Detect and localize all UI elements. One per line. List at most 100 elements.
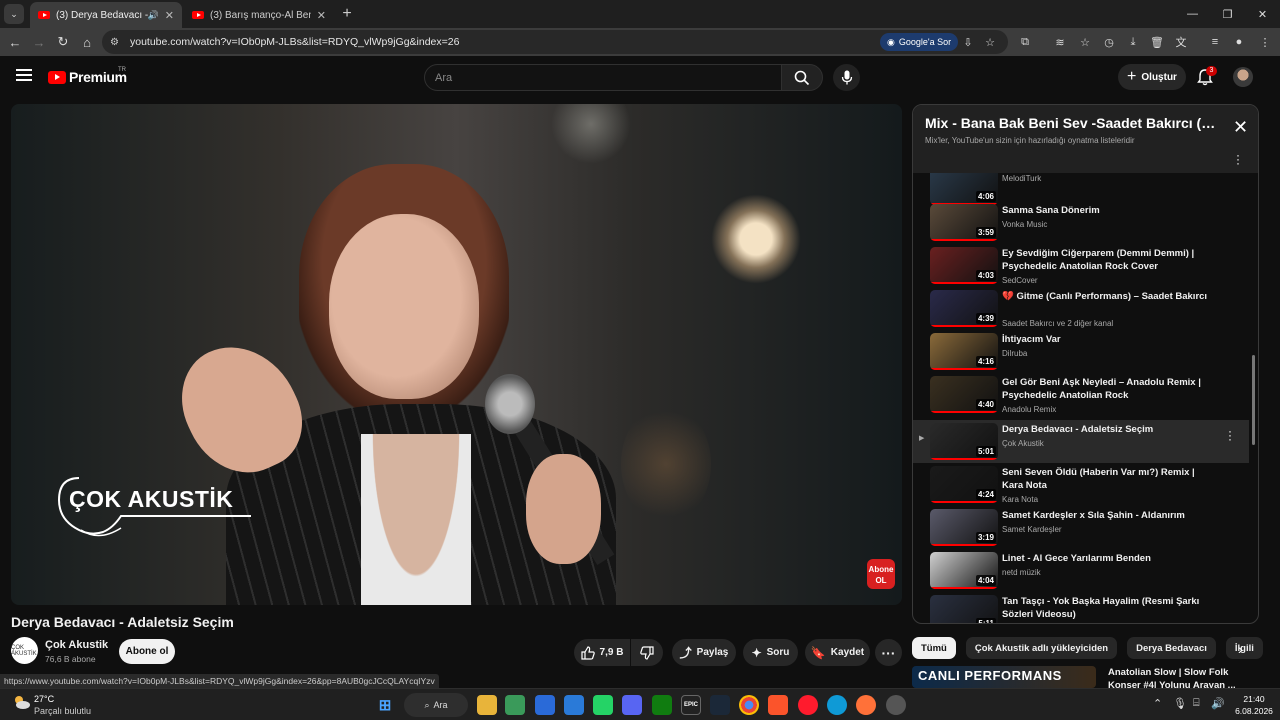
playlist-thumbnail[interactable]: 4:39 xyxy=(930,290,998,327)
playlist-title[interactable]: Mix - Bana Bak Beni Sev -Saadet Bakırcı … xyxy=(925,115,1225,131)
install-icon[interactable]: ⇩ xyxy=(959,33,977,51)
forward-icon[interactable]: → xyxy=(27,30,51,54)
bookmark-star-icon[interactable]: ☆ xyxy=(981,33,999,51)
playlist-thumbnail[interactable]: 4:40 xyxy=(930,376,998,413)
minimize-icon[interactable]: — xyxy=(1175,0,1210,28)
more-actions-button[interactable]: ··· xyxy=(875,639,902,666)
epic-games-icon[interactable]: EPIC xyxy=(681,695,701,715)
restore-icon[interactable]: ❐ xyxy=(1210,0,1245,28)
xbox-icon[interactable] xyxy=(652,695,672,715)
extensions-icon[interactable]: ⧉ xyxy=(1015,30,1035,54)
tab-close-icon[interactable]: ✕ xyxy=(317,9,326,22)
new-tab-button[interactable]: + xyxy=(336,3,358,25)
microphone-tray-icon[interactable]: 🎙 xyxy=(1173,697,1187,710)
playlist-item[interactable]: 4:40 Gel Gör Beni Aşk Neyledi – Anadolu R… xyxy=(913,376,1249,419)
address-bar[interactable]: ⚙ youtube.com/watch?v=IOb0pM-JLBs&list=R… xyxy=(102,30,1008,54)
chip-artist[interactable]: Derya Bedavacı xyxy=(1127,637,1216,659)
favorites-icon[interactable]: ☆ xyxy=(1075,30,1095,54)
playlist-item[interactable]: 4:39 💔 Gitme (Canlı Performans) – Saadet … xyxy=(913,290,1249,333)
account-avatar[interactable] xyxy=(1233,67,1253,87)
playlist-more-icon[interactable]: · · · xyxy=(1236,149,1240,169)
playlist-thumbnail[interactable]: 3:59 xyxy=(930,204,998,241)
chip-uploader[interactable]: Çok Akustik adlı yükleyiciden xyxy=(965,637,1118,659)
playlist-item[interactable]: 4:03 Ey Sevdiğim Ciğerparem (Demmi Demmi)… xyxy=(913,247,1249,290)
start-windows-icon[interactable]: ⊞ xyxy=(375,695,395,715)
delete-icon[interactable]: 🗑 xyxy=(1147,30,1167,54)
file-explorer-icon[interactable] xyxy=(477,695,497,715)
network-icon[interactable]: ⌸ xyxy=(1193,697,1200,710)
subscribe-button[interactable]: Abone ol xyxy=(119,639,175,664)
discord-icon[interactable] xyxy=(622,695,642,715)
tray-chevron-icon[interactable]: ⌃ xyxy=(1153,697,1162,710)
downloads-icon[interactable]: ⤓ xyxy=(1123,30,1143,54)
settings-gear-icon[interactable] xyxy=(886,695,906,715)
playlist-item[interactable]: 4:24 Seni Seven Öldü (Haberin Var mı?) Re… xyxy=(913,466,1249,509)
playlist-item[interactable]: 4:16 İhtiyacım Var Dilruba xyxy=(913,333,1249,376)
close-window-icon[interactable]: ✕ xyxy=(1245,0,1280,28)
youtube-logo[interactable]: Premium xyxy=(48,69,127,85)
extension-a-icon[interactable]: ≋ xyxy=(1050,30,1070,54)
reload-icon[interactable]: ↻ xyxy=(51,30,75,54)
playlist-thumbnail[interactable]: 4:06 xyxy=(930,173,998,205)
mail-icon[interactable] xyxy=(564,695,584,715)
search-button[interactable] xyxy=(781,64,823,91)
widgets-icon[interactable] xyxy=(505,695,525,715)
firefox-icon[interactable] xyxy=(856,695,876,715)
playlist-thumbnail[interactable]: 4:04 xyxy=(930,552,998,589)
edge-icon[interactable] xyxy=(827,695,847,715)
back-icon[interactable]: ← xyxy=(3,30,27,54)
menu-icon[interactable] xyxy=(16,69,32,81)
playlist-item[interactable]: 3:59 Sanma Sana Dönerim Vonka Music xyxy=(913,204,1249,247)
tab-close-icon[interactable]: ✕ xyxy=(165,9,174,22)
whatsapp-icon[interactable] xyxy=(593,695,613,715)
playlist-item[interactable]: 4:04 Linet - Al Gece Yarılarımı Benden net… xyxy=(913,552,1249,595)
ask-button[interactable]: ✦ Soru xyxy=(743,639,798,666)
history-icon[interactable]: ◷ xyxy=(1099,30,1119,54)
chip-scroll-right-icon[interactable]: › xyxy=(1238,641,1243,657)
like-button[interactable]: 7,9 B xyxy=(574,639,630,666)
chip-all[interactable]: Tümü xyxy=(912,637,956,659)
playlist-thumbnail[interactable]: 3:19 xyxy=(930,509,998,546)
playlist-item[interactable]: 5:11 Tan Taşçı - Yok Başka Hayalim (Resmi… xyxy=(913,595,1249,623)
playlist-thumbnail[interactable]: 4:16 xyxy=(930,333,998,370)
speaker-icon[interactable]: 🔊 xyxy=(148,10,159,21)
opera-icon[interactable] xyxy=(798,695,818,715)
playlist-item[interactable]: 3:19 Samet Kardeşler x Sıla Şahin - Aldan… xyxy=(913,509,1249,552)
playlist-thumbnail[interactable]: 4:24 xyxy=(930,466,998,503)
store-icon[interactable] xyxy=(535,695,555,715)
dislike-button[interactable] xyxy=(631,639,663,666)
chip-related[interactable]: İlgili xyxy=(1225,637,1263,659)
playlist-thumbnail[interactable]: 5:01 xyxy=(930,423,998,460)
volume-icon[interactable]: 🔊 xyxy=(1211,697,1225,710)
playlist-thumbnail[interactable]: 5:11 xyxy=(930,595,998,623)
browser-menu-icon[interactable]: ⋮ xyxy=(1255,30,1275,54)
close-playlist-icon[interactable]: ✕ xyxy=(1233,117,1248,138)
translate-icon[interactable]: 文 xyxy=(1171,30,1191,54)
home-icon[interactable]: ⌂ xyxy=(75,30,99,54)
steam-icon[interactable] xyxy=(710,695,730,715)
brave-icon[interactable] xyxy=(768,695,788,715)
item-more-icon[interactable]: · · · xyxy=(1228,425,1232,445)
create-button[interactable]: + Oluştur xyxy=(1118,64,1186,90)
ask-google-button[interactable]: ◉ Google'a Sor xyxy=(880,33,959,51)
related-video-thumbnail[interactable]: CANLI PERFORMANS xyxy=(912,666,1096,688)
tab-inactive[interactable]: (3) Barış manço-Al Beni - YouTu ✕ xyxy=(184,2,334,28)
share-button[interactable]: ⤴ Paylaş xyxy=(672,639,736,666)
channel-avatar[interactable]: ÇOK AKUSTİK xyxy=(11,637,38,664)
tab-active[interactable]: (3) Derya Bedavacı - Adaleti 🔊 ✕ xyxy=(30,2,182,28)
profile-icon[interactable]: ● xyxy=(1229,30,1249,54)
save-button[interactable]: 🔖 Kaydet xyxy=(805,639,870,666)
playlist-thumbnail[interactable]: 4:03 xyxy=(930,247,998,284)
video-player[interactable]: ÇOK AKUSTİK Abone OL xyxy=(11,104,902,605)
chrome-icon[interactable] xyxy=(739,695,759,715)
weather-cloud-icon[interactable] xyxy=(11,694,31,710)
playlist-item-current[interactable]: ▶ 5:01 Derya Bedavacı - Adaletsiz Seçim Çok… xyxy=(913,420,1249,463)
playlist-scrollbar[interactable] xyxy=(1252,355,1255,445)
taskbar-search[interactable]: ⌕ Ara xyxy=(404,693,468,717)
tab-search-button[interactable]: ⌄ xyxy=(4,4,24,24)
site-info-icon[interactable]: ⚙ xyxy=(110,37,122,48)
channel-name[interactable]: Çok Akustik xyxy=(45,639,108,651)
voice-search-button[interactable] xyxy=(833,64,860,91)
search-input[interactable]: Ara xyxy=(424,64,782,91)
reading-list-icon[interactable]: ≡ xyxy=(1205,30,1225,54)
